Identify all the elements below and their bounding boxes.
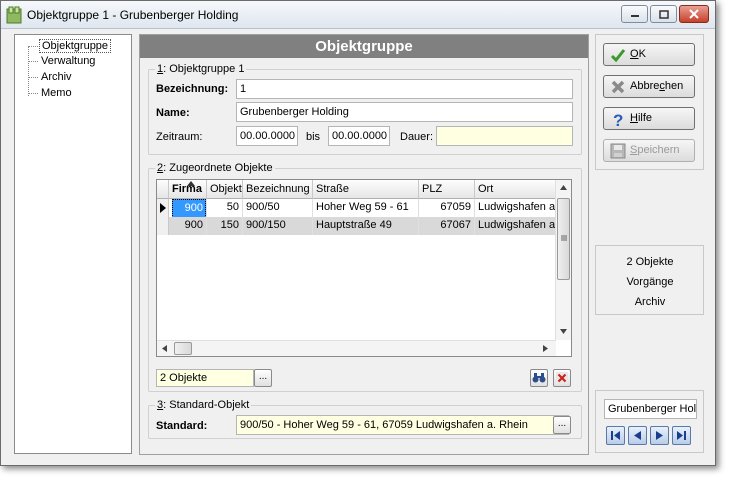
save-button[interactable]: Speichern bbox=[603, 139, 695, 162]
grid-header: Firma Objekt Bezeichnung Straße PLZ Ort bbox=[157, 180, 556, 199]
name-field[interactable]: Grubenberger Holding bbox=[236, 102, 573, 122]
next-record-button[interactable] bbox=[650, 426, 669, 445]
scroll-up-icon[interactable] bbox=[560, 185, 567, 190]
panel-header: Objektgruppe bbox=[140, 35, 588, 58]
vertical-scrollbar[interactable] bbox=[555, 180, 571, 340]
checkmark-icon bbox=[610, 49, 626, 63]
column-header-strasse[interactable]: Straße bbox=[313, 180, 419, 199]
tree-item-verwaltung[interactable]: Verwaltung bbox=[39, 54, 97, 68]
delete-button[interactable] bbox=[553, 369, 571, 387]
action-buttons-box: OK Abbrechen ? Hilfe Speichern bbox=[595, 34, 704, 170]
help-icon: ? bbox=[613, 111, 623, 127]
grid-cell-bezeichnung[interactable]: 900/150 bbox=[243, 217, 313, 235]
close-icon bbox=[689, 9, 699, 19]
grid-cell-ort[interactable]: Ludwigshafen a. bbox=[475, 217, 556, 235]
group3-legend: 3: Standard-Objekt bbox=[155, 399, 252, 411]
zeitraum-to-field[interactable]: 00.00.0000 bbox=[328, 126, 390, 146]
minimize-button[interactable] bbox=[621, 5, 648, 23]
maximize-icon bbox=[658, 9, 669, 19]
objekte-browse-button[interactable]: ... bbox=[254, 369, 272, 387]
first-record-icon bbox=[611, 431, 620, 440]
help-button[interactable]: ? Hilfe bbox=[603, 107, 695, 130]
column-header-objekt[interactable]: Objekt bbox=[207, 180, 243, 199]
search-button[interactable] bbox=[530, 369, 548, 387]
grid-cell-objekt[interactable]: 150 bbox=[207, 217, 243, 235]
objekte-count-field: 2 Objekte bbox=[156, 369, 254, 387]
scroll-down-icon[interactable] bbox=[560, 329, 567, 334]
previous-record-button[interactable] bbox=[628, 426, 647, 445]
info-objekte-link[interactable]: 2 Objekte bbox=[596, 256, 704, 268]
info-box: 2 Objekte Vorgänge Archiv bbox=[595, 245, 704, 315]
group2-legend: 2: Zugeordnete Objekte bbox=[155, 162, 275, 174]
main-window: Objektgruppe 1 - Grubenberger Holding Ob… bbox=[0, 0, 716, 466]
objects-grid[interactable]: Firma Objekt Bezeichnung Straße PLZ Ort … bbox=[156, 179, 572, 357]
zeitraum-from-field[interactable]: 00.00.0000 bbox=[236, 126, 298, 146]
svg-text:?: ? bbox=[613, 111, 623, 127]
tree-item-memo[interactable]: Memo bbox=[39, 86, 74, 100]
dauer-label: Dauer: bbox=[400, 131, 434, 143]
sort-ascending-icon bbox=[187, 181, 195, 186]
record-name-field: Grubenberger Hold bbox=[604, 399, 697, 419]
standard-label: Standard: bbox=[156, 420, 208, 432]
ok-button[interactable]: OK bbox=[603, 43, 695, 66]
app-icon bbox=[6, 6, 22, 24]
bis-label: bis bbox=[306, 131, 321, 143]
info-vorgaenge-link[interactable]: Vorgänge bbox=[596, 276, 704, 288]
grid-cell-strasse[interactable]: Hauptstraße 49 bbox=[313, 217, 419, 235]
standard-field: 900/50 - Hoher Weg 59 - 61, 67059 Ludwig… bbox=[236, 415, 569, 435]
name-label: Name: bbox=[156, 107, 190, 119]
navigator-box: Grubenberger Hold bbox=[595, 390, 704, 453]
first-record-button[interactable] bbox=[606, 426, 625, 445]
column-header-ort[interactable]: Ort bbox=[475, 180, 556, 199]
dauer-field bbox=[436, 126, 573, 146]
table-row[interactable]: 900 50 900/50 Hoher Weg 59 - 61 67059 Lu… bbox=[157, 199, 556, 217]
cancel-button[interactable]: Abbrechen bbox=[603, 75, 695, 98]
tree-item-archiv[interactable]: Archiv bbox=[39, 70, 74, 84]
maximize-button[interactable] bbox=[650, 5, 677, 23]
bezeichnung-field[interactable]: 1 bbox=[236, 79, 573, 99]
title-bar: Objektgruppe 1 - Grubenberger Holding bbox=[1, 1, 715, 29]
grip-icon bbox=[561, 235, 567, 241]
main-panel: Objektgruppe 1: Objektgruppe 1 Bezeichnu… bbox=[139, 34, 589, 455]
grid-cell-ort[interactable]: Ludwigshafen a. bbox=[475, 199, 556, 217]
tree-item-objektgruppe[interactable]: Objektgruppe bbox=[39, 39, 112, 53]
bezeichnung-label: Bezeichnung: bbox=[156, 83, 229, 95]
grid-cell-firma[interactable]: 900 bbox=[169, 217, 207, 235]
row-pointer-icon bbox=[160, 203, 166, 213]
next-record-icon bbox=[656, 431, 663, 440]
grid-cell-strasse[interactable]: Hoher Weg 59 - 61 bbox=[313, 199, 419, 217]
scroll-left-icon[interactable] bbox=[162, 345, 167, 352]
last-record-button[interactable] bbox=[672, 426, 691, 445]
window-title: Objektgruppe 1 - Grubenberger Holding bbox=[27, 8, 239, 22]
delete-icon bbox=[556, 372, 568, 384]
vertical-scroll-thumb[interactable] bbox=[557, 198, 570, 280]
previous-record-icon bbox=[634, 431, 641, 440]
column-header-bezeichnung[interactable]: Bezeichnung bbox=[243, 180, 313, 199]
navigation-tree: Objektgruppe Verwaltung Archiv Memo bbox=[14, 34, 132, 454]
binoculars-icon bbox=[532, 373, 546, 383]
grid-cell-plz[interactable]: 67059 bbox=[419, 199, 475, 217]
close-button[interactable] bbox=[679, 5, 709, 23]
last-record-icon bbox=[677, 431, 686, 440]
column-header-plz[interactable]: PLZ bbox=[419, 180, 475, 199]
grid-cell-plz[interactable]: 67067 bbox=[419, 217, 475, 235]
floppy-disk-icon bbox=[610, 143, 626, 159]
horizontal-scrollbar[interactable] bbox=[157, 340, 556, 356]
zeitraum-label: Zeitraum: bbox=[156, 131, 203, 143]
grid-cell-firma[interactable]: 900 bbox=[172, 199, 206, 217]
grid-cell-bezeichnung[interactable]: 900/50 bbox=[243, 199, 313, 217]
minimize-icon bbox=[630, 15, 639, 17]
table-row[interactable]: 900 150 900/150 Hauptstraße 49 67067 Lud… bbox=[157, 217, 556, 235]
cancel-icon bbox=[611, 80, 625, 94]
grid-cell-objekt[interactable]: 50 bbox=[207, 199, 243, 217]
group1-legend: 1: Objektgruppe 1 bbox=[155, 63, 247, 75]
standard-browse-button[interactable]: ... bbox=[553, 416, 571, 434]
horizontal-scroll-thumb[interactable] bbox=[174, 342, 192, 355]
info-archiv-link[interactable]: Archiv bbox=[596, 296, 704, 308]
scroll-right-icon[interactable] bbox=[543, 345, 548, 352]
